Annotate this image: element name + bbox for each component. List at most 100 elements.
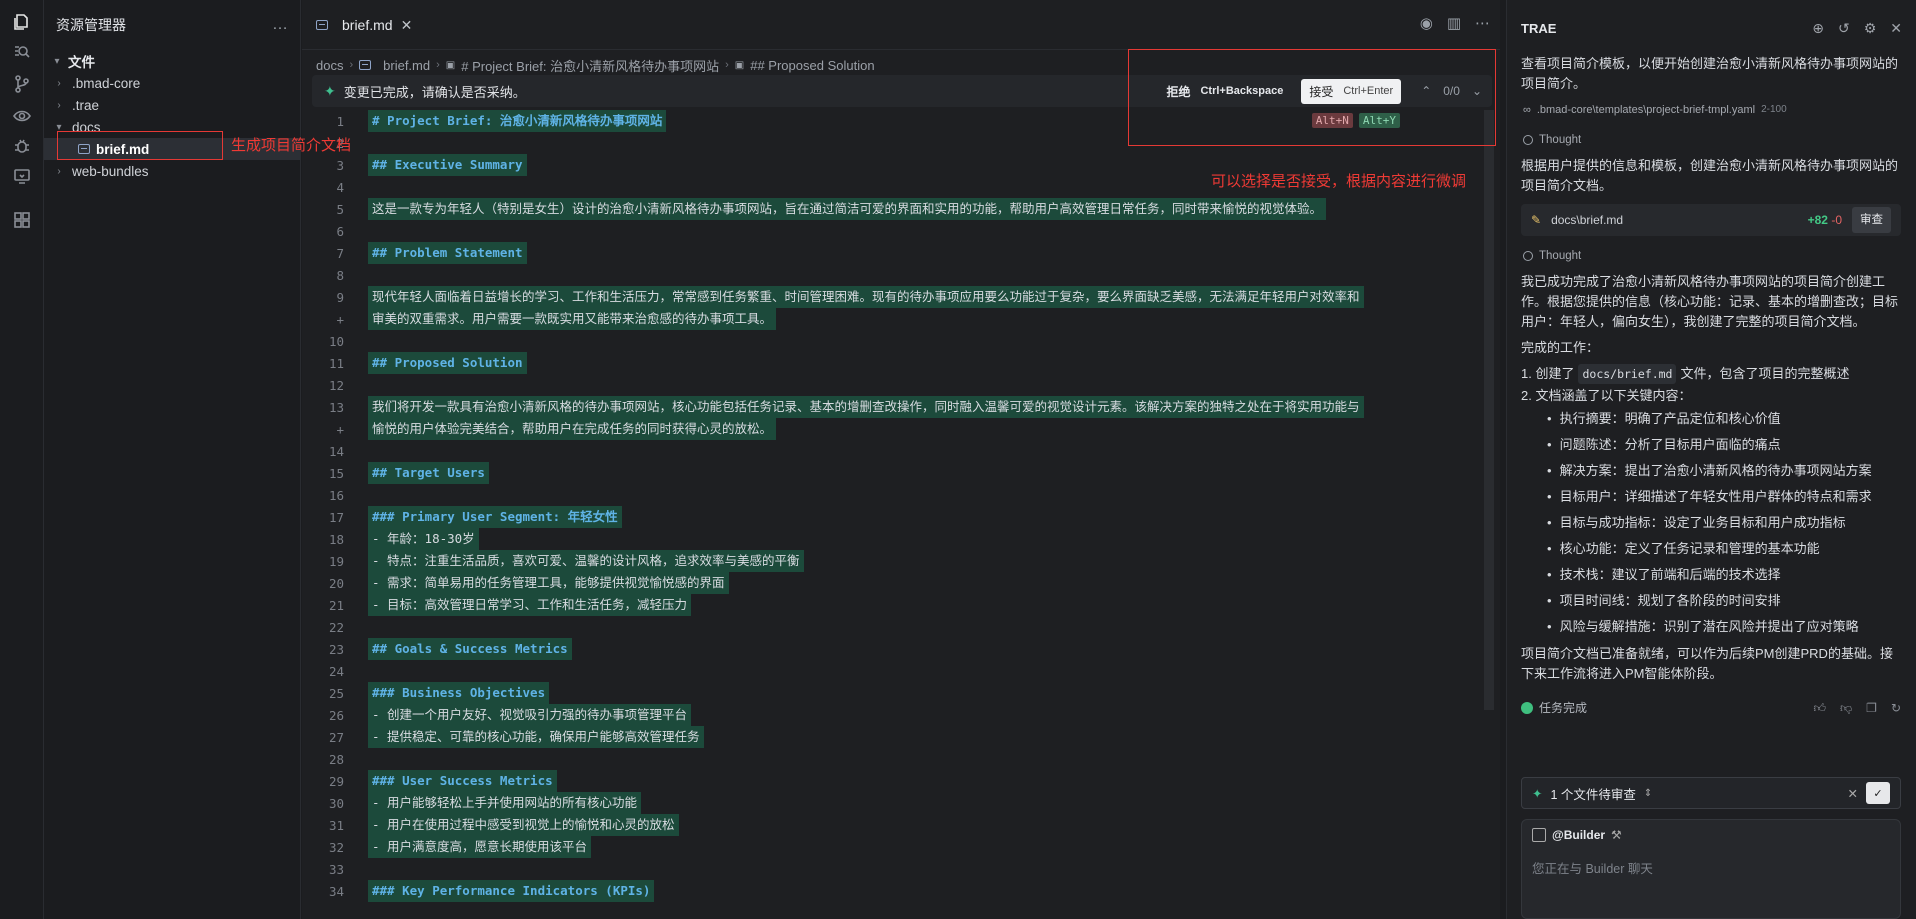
sparkle-icon: ✦ [1532,786,1543,801]
preview-icon[interactable]: ◉ [1420,14,1433,32]
code-text: ## Goals & Success Metrics [368,638,572,660]
code-line[interactable]: 12 [302,374,1492,396]
tree-item-trae[interactable]: › .trae [44,94,300,116]
new-chat-icon[interactable]: ⊕ [1812,20,1824,37]
code-line[interactable]: 13 我们将开发一款具有治愈小清新风格的待办事项网站，核心功能包括任务记录、基本的… [302,396,1492,418]
code-line[interactable]: 15 ## Target Users [302,462,1492,484]
tree-item-web-bundles[interactable]: › web-bundles [44,160,300,182]
code-text: ## Executive Summary [368,154,527,176]
breadcrumb-item[interactable]: brief.md [383,58,430,73]
breadcrumb-item[interactable]: docs [316,58,343,73]
code-line[interactable]: 31 - 用户在使用过程中感受到视觉上的愉悦和心灵的放松 [302,814,1492,836]
link-icon: ∞ [1523,104,1531,116]
accept-all-button[interactable]: ✓ [1866,782,1890,804]
line-number: + [336,311,344,327]
code-line[interactable]: 8 [302,264,1492,286]
annotation-box-file [57,131,223,160]
code-line[interactable]: 28 [302,748,1492,770]
tree-item-bmad-core[interactable]: › .bmad-core [44,72,300,94]
chat-input-box[interactable]: @Builder ⚒ 您正在与 Builder 聊天 [1521,819,1901,919]
bullet-item: 核心功能：定义了任务记录和管理的基本功能 [1521,536,1901,562]
code-line[interactable]: 16 [302,484,1492,506]
breadcrumb-item[interactable]: # Project Brief: 治愈小清新风格待办事项网站 [461,56,719,75]
changed-file-card[interactable]: ✎ docs\brief.md +82 -0 审查 [1521,204,1901,236]
tree-root[interactable]: ▾ 文件 [44,50,300,72]
code-line[interactable]: 9 现代年轻人面临着日益增长的学习、工作和生活压力，常常感到任务繁重、时间管理困难… [302,286,1492,308]
code-line[interactable]: 19 - 特点：注重生活品质，喜欢可爱、温馨的设计风格，追求效率与美感的平衡 [302,550,1492,572]
code-line[interactable]: + 愉悦的用户体验完美结合，帮助用户在完成任务的同时获得心灵的放松。 [302,418,1492,440]
code-line[interactable]: 11 ## Proposed Solution [302,352,1492,374]
line-number: 29 [328,773,344,789]
line-number: 21 [328,597,344,613]
thumbs-up-icon[interactable]: 👍︎ [1813,698,1826,718]
chat-text: 完成的工作： [1521,340,1600,355]
remote-icon[interactable] [0,158,44,194]
split-editor-icon[interactable]: ▥ [1447,14,1461,32]
pending-review-bar[interactable]: ✦ 1 个文件待审查 ⇕ ✕ ✓ [1521,777,1901,809]
code-text: ## Problem Statement [368,242,527,264]
more-icon[interactable]: … [272,16,288,34]
code-text: - 用户满意度高，愿意长期使用该平台 [368,836,592,858]
code-line[interactable]: 30 - 用户能够轻松上手并使用网站的所有核心功能 [302,792,1492,814]
search-icon[interactable] [0,34,44,70]
breadcrumb-item[interactable]: ## Proposed Solution [750,58,874,73]
close-icon[interactable]: ✕ [401,17,413,34]
annotation-box-accept [1128,49,1496,146]
chat-text: 项目简介文档已准备就绪，可以作为后续PM创建PRD的基础。接下来工作流将进入PM… [1521,646,1893,681]
code-line[interactable]: 17 ### Primary User Segment: 年轻女性 [302,506,1492,528]
gear-icon[interactable]: ⚙ [1864,20,1877,37]
reject-all-icon[interactable]: ✕ [1848,786,1858,801]
thought-toggle[interactable]: Thought [1523,130,1901,150]
code-line[interactable]: 23 ## Goals & Success Metrics [302,638,1492,660]
thought-label: Thought [1539,134,1582,146]
agent-selector[interactable]: @Builder ⚒ [1522,820,1900,850]
review-button[interactable]: 审查 [1852,207,1891,233]
thumbs-down-icon[interactable]: 👎︎ [1840,698,1852,718]
tab-label: brief.md [342,17,393,33]
chat-input[interactable]: 您正在与 Builder 聊天 [1522,850,1900,885]
bullet-item: 技术栈：建议了前端和后端的技术选择 [1521,562,1901,588]
thought-toggle[interactable]: Thought [1523,246,1901,266]
code-view[interactable]: 1 # Project Brief: 治愈小清新风格待办事项网站 Alt+N Alt+… [302,110,1492,905]
code-line[interactable]: + 审美的双重需求。用户需要一款既实用又能带来治愈感的待办事项工具。 [302,308,1492,330]
more-actions-icon[interactable]: ⋯ [1475,14,1490,32]
code-line[interactable]: 22 [302,616,1492,638]
retry-icon[interactable]: ↻ [1891,698,1901,718]
copy-icon[interactable]: ❐ [1866,698,1877,718]
code-line[interactable]: 20 - 需求：简单易用的任务管理工具，能够提供视觉愉悦感的界面 [302,572,1492,594]
code-text: 现代年轻人面临着日益增长的学习、工作和生活压力，常常感到任务繁重、时间管理困难。… [368,286,1364,308]
vertical-scrollbar[interactable] [1484,110,1494,710]
code-line[interactable]: 5 这是一款专为年轻人（特别是女生）设计的治愈小清新风格待办事项网站，旨在通过简洁… [302,198,1492,220]
close-icon[interactable]: ✕ [1890,20,1902,37]
chevron-updown-icon[interactable]: ⇕ [1644,788,1652,799]
code-line[interactable]: 6 [302,220,1492,242]
file-reference[interactable]: ∞ .bmad-core\templates\project-brief-tmp… [1523,100,1901,120]
code-text: 审美的双重需求。用户需要一款既实用又能带来治愈感的待办事项工具。 [368,308,777,330]
code-line[interactable]: 21 - 目标：高效管理日常学习、工作和生活任务，减轻压力 [302,594,1492,616]
changed-file-name: docs\brief.md [1551,213,1624,227]
code-line[interactable]: 7 ## Problem Statement [302,242,1492,264]
code-text: - 创建一个用户友好、视觉吸引力强的待办事项管理平台 [368,704,692,726]
annotation-accept-note: 可以选择是否接受，根据内容进行微调 [1211,173,1467,190]
code-line[interactable]: 26 - 创建一个用户友好、视觉吸引力强的待办事项管理平台 [302,704,1492,726]
code-line[interactable]: 34 ### Key Performance Indicators (KPIs) [302,880,1492,902]
code-line[interactable]: 32 - 用户满意度高，愿意长期使用该平台 [302,836,1492,858]
tree-item-label: .bmad-core [72,75,141,91]
code-line[interactable]: 33 [302,858,1492,880]
source-control-icon[interactable] [0,66,44,102]
code-line[interactable]: 24 [302,660,1492,682]
history-icon[interactable]: ↺ [1838,20,1850,37]
code-line[interactable]: 10 [302,330,1492,352]
code-line[interactable]: 27 - 提供稳定、可靠的核心功能，确保用户能够高效管理任务 [302,726,1492,748]
code-line[interactable]: 25 ### Business Objectives [302,682,1492,704]
tab-brief-md[interactable]: brief.md ✕ [302,0,425,49]
code-line[interactable]: 29 ### User Success Metrics [302,770,1492,792]
line-number: 1 [336,113,344,129]
code-line[interactable]: 18 - 年龄：18-30岁 [302,528,1492,550]
file-reference-range: 2-100 [1761,104,1787,115]
code-line[interactable]: 14 [302,440,1492,462]
extensions-icon[interactable] [0,202,44,238]
feedback-actions: 👍︎ 👎︎ ❐ ↻ [1813,698,1901,718]
